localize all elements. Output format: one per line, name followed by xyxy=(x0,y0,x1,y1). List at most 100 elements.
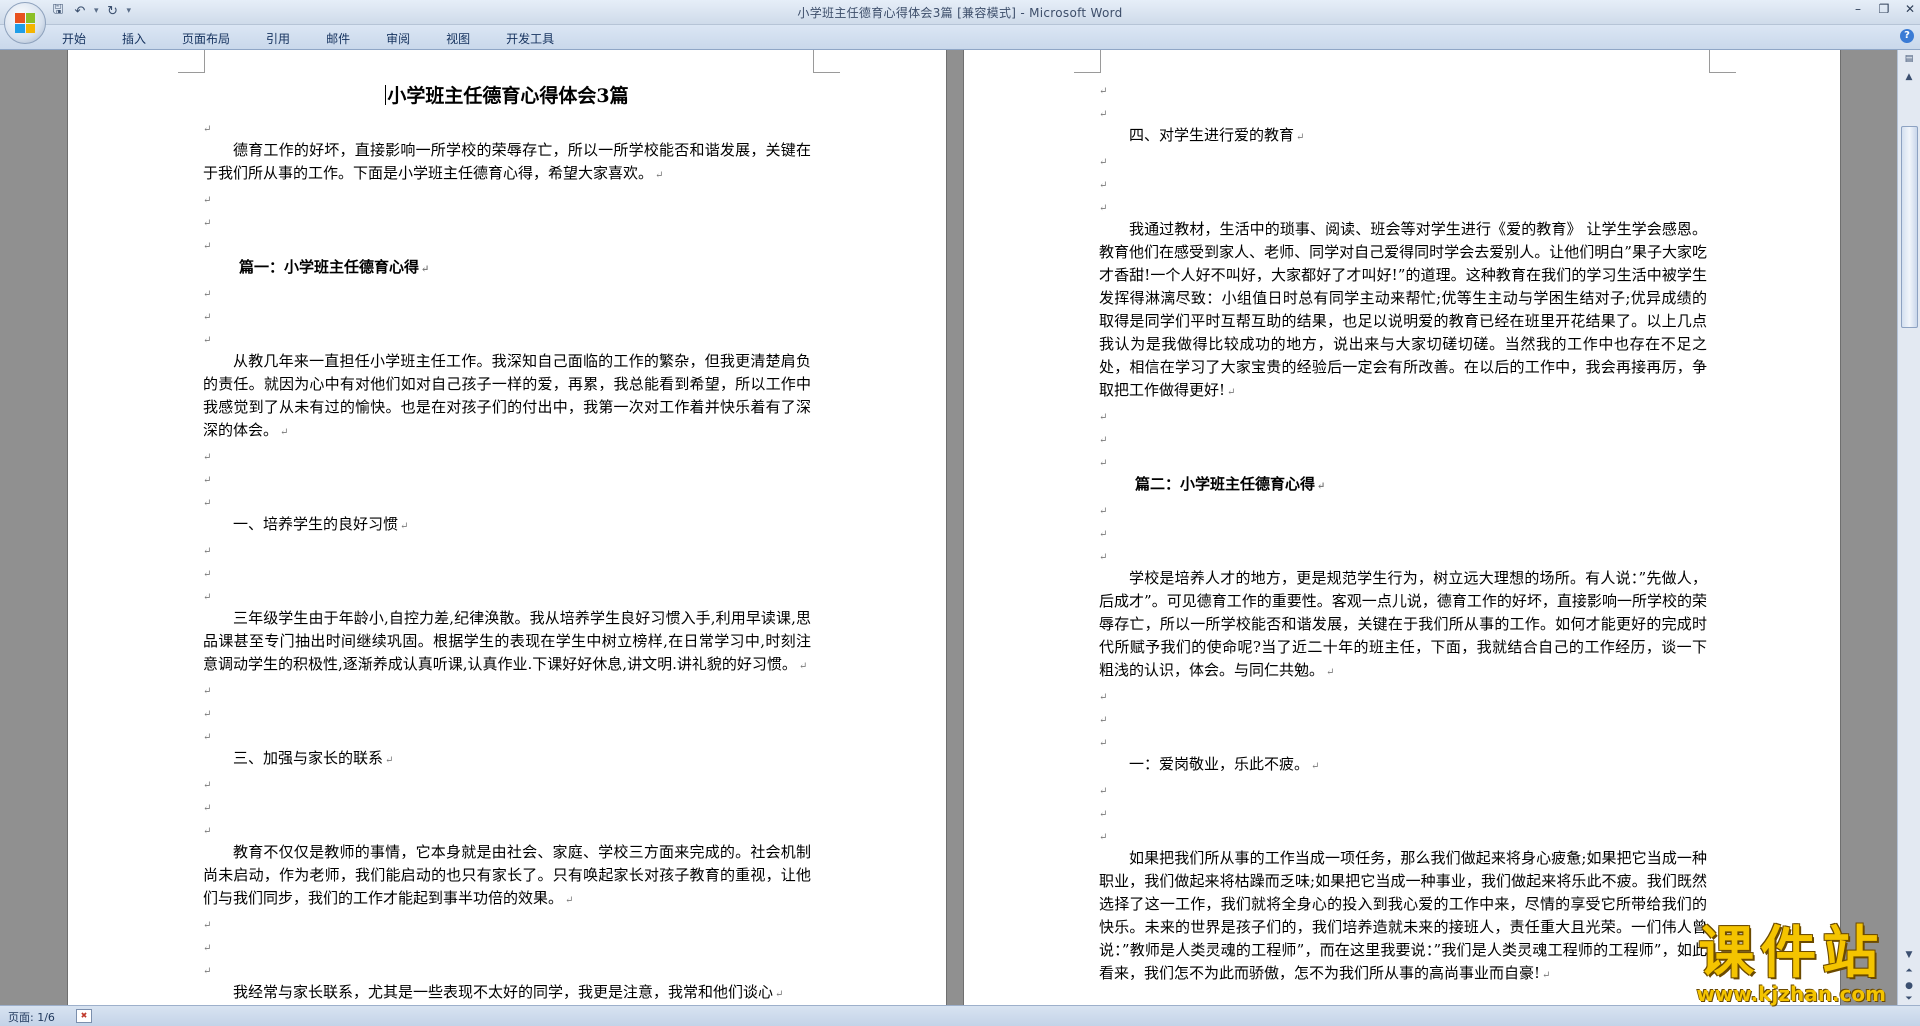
paragraph-mark-icon: ↵ xyxy=(1099,529,1108,540)
empty-paragraph: ↵ xyxy=(1099,404,1707,427)
tab-4[interactable]: 邮件 xyxy=(312,30,364,47)
empty-paragraph: ↵ xyxy=(1099,730,1707,753)
paragraph-mark-icon: ↵ xyxy=(203,686,212,697)
paragraph-mark-icon: ↵ xyxy=(203,452,212,463)
empty-paragraph: ↵ xyxy=(1099,78,1707,101)
empty-paragraph: ↵ xyxy=(203,538,811,561)
paragraph-mark-icon: ↵ xyxy=(203,709,212,720)
window-title: 小学班主任德育心得体会3篇 [兼容模式] - Microsoft Word xyxy=(797,6,1123,20)
close-icon[interactable]: ✕ xyxy=(1904,2,1916,16)
paragraph-mark-icon: ↵ xyxy=(203,289,212,300)
paragraph-text: 我通过教材，生活中的琐事、阅读、班会等对学生进行《爱的教育》 让学生学会感恩。教… xyxy=(1099,220,1707,399)
vertical-scrollbar[interactable]: ▤ ▲ ▼ ⏶ ● ⏷ xyxy=(1897,50,1920,1005)
paragraph-mark-icon: ↵ xyxy=(385,755,394,766)
tab-6[interactable]: 视图 xyxy=(432,30,484,47)
paragraph-mark-icon: ↵ xyxy=(1099,458,1108,469)
paragraph-text: 篇二：小学班主任德育心得 xyxy=(1135,475,1316,493)
tab-0[interactable]: 开始 xyxy=(58,30,100,47)
paragraph-text: 教育不仅仅是教师的事情，它本身就是由社会、家庭、学校三方面来完成的。社会机制尚未… xyxy=(203,843,811,907)
paragraph-text: 如果把我们所从事的工作当成一项任务，那么我们做起来将身心疲惫;如果把它当成一种职… xyxy=(1099,849,1707,982)
paragraph-mark-icon: ↵ xyxy=(775,989,784,1000)
status-page-number[interactable]: 页面: 1/6 xyxy=(8,1009,55,1025)
page-right[interactable]: ↵ ↵ 四、对学生进行爱的教育 ↵ ↵ ↵ ↵ 我通过教材，生活中的琐事、阅读、班会等对学生进… xyxy=(964,50,1840,1005)
margin-marker xyxy=(1709,50,1736,73)
paragraph-mark-icon: ↵ xyxy=(1296,132,1305,143)
watermark: 课件站 www.kjzhan.com xyxy=(1696,921,1886,1006)
minimize-icon[interactable]: – xyxy=(1852,2,1864,16)
paragraph-mark-icon: ↵ xyxy=(798,661,808,672)
document-title: 小学班主任德育心得体会3篇 xyxy=(203,84,811,108)
tab-3[interactable]: 引用 xyxy=(252,30,304,47)
page-left-content[interactable]: 小学班主任德育心得体会3篇 ↵ 德育工作的好坏，直接影响一所学校的荣辱存亡，所以一… xyxy=(203,78,811,1005)
ribbon-tabs: 开始 插入 页面布局 引用 邮件 审阅 视图 开发工具 xyxy=(58,30,576,47)
tab-1[interactable]: 插入 xyxy=(108,30,160,47)
tab-2[interactable]: 页面布局 xyxy=(168,30,244,47)
empty-paragraph: ↵ xyxy=(203,187,811,210)
empty-paragraph: ↵ xyxy=(1099,149,1707,172)
empty-paragraph: ↵ xyxy=(203,233,811,256)
empty-paragraph: ↵ xyxy=(1099,684,1707,707)
paragraph-mark-icon: ↵ xyxy=(1099,435,1108,446)
tab-5[interactable]: 审阅 xyxy=(372,30,424,47)
status-bar: 页面: 1/6 ✖ xyxy=(0,1005,1920,1026)
subsection-heading: 一、培养学生的良好习惯 ↵ xyxy=(203,513,811,538)
paragraph-mark-icon: ↵ xyxy=(203,498,212,509)
paragraph-text: 一：爱岗敬业，乐此不疲。 xyxy=(1129,755,1310,773)
subsection-heading: 三、加强与家长的联系 ↵ xyxy=(203,747,811,772)
scroll-up-icon[interactable]: ▲ xyxy=(1901,70,1917,85)
paragraph: 教育不仅仅是教师的事情，它本身就是由社会、家庭、学校三方面来完成的。社会机制尚未… xyxy=(203,841,811,912)
paragraph-mark-icon: ↵ xyxy=(421,264,430,275)
paragraph-text: 德育工作的好坏，直接影响一所学校的荣辱存亡，所以一所学校能否和谐发展，关键在于我… xyxy=(203,141,811,182)
empty-paragraph: ↵ xyxy=(1099,450,1707,473)
tab-7[interactable]: 开发工具 xyxy=(492,30,568,47)
paragraph-mark-icon: ↵ xyxy=(203,241,212,252)
paragraph-mark-icon: ↵ xyxy=(1099,692,1108,703)
paragraph-mark-icon: ↵ xyxy=(565,895,574,906)
paragraph-mark-icon: ↵ xyxy=(203,780,212,791)
title-bar: 🖫 ↶ ▾ ↻ ▾ 小学班主任德育心得体会3篇 [兼容模式] - Microso… xyxy=(0,0,1920,44)
paragraph-mark-icon: ↵ xyxy=(1099,786,1108,797)
paragraph-mark-icon: ↵ xyxy=(1099,738,1108,749)
scroll-down-icon[interactable]: ▼ xyxy=(1901,948,1917,963)
paragraph: 我经常与家长联系，尤其是一些表现不太好的同学，我更是注意，我常和他们谈心 ↵ xyxy=(203,981,811,1005)
section-heading: 篇一：小学班主任德育心得 ↵ xyxy=(203,256,811,281)
empty-paragraph: ↵ xyxy=(203,444,811,467)
paragraph-mark-icon: ↵ xyxy=(203,732,212,743)
empty-paragraph: ↵ xyxy=(1099,195,1707,218)
empty-paragraph: ↵ xyxy=(1099,801,1707,824)
paragraph-mark-icon: ↵ xyxy=(203,920,212,931)
ruler-toggle-icon[interactable]: ▤ xyxy=(1901,52,1917,67)
empty-paragraph: ↵ xyxy=(1099,778,1707,801)
ribbon-tab-bar: 开始 插入 页面布局 引用 邮件 审阅 视图 开发工具 ? xyxy=(0,25,1920,50)
office-button[interactable] xyxy=(4,2,46,44)
empty-paragraph: ↵ xyxy=(203,678,811,701)
paragraph-mark-icon: ↵ xyxy=(203,195,212,206)
empty-paragraph: ↵ xyxy=(203,116,811,139)
paragraph-mark-icon: ↵ xyxy=(400,521,409,532)
subsection-heading: 四、对学生进行爱的教育 ↵ xyxy=(1099,124,1707,149)
document-title-text: 小学班主任德育心得体会3篇 xyxy=(387,85,629,107)
proofing-status-icon[interactable]: ✖ xyxy=(76,1009,92,1023)
paragraph-text: 三年级学生由于年龄小,自控力差,纪律涣散。我从培养学生良好习惯入手,利用早读课,… xyxy=(203,609,811,673)
previous-page-icon[interactable]: ⏶ xyxy=(1901,964,1917,979)
page-left[interactable]: 小学班主任德育心得体会3篇 ↵ 德育工作的好坏，直接影响一所学校的荣辱存亡，所以一… xyxy=(68,50,946,1005)
paragraph-mark-icon: ↵ xyxy=(1099,809,1108,820)
paragraph-mark-icon: ↵ xyxy=(1311,761,1320,772)
empty-paragraph: ↵ xyxy=(1099,707,1707,730)
paragraph-mark-icon: ↵ xyxy=(1227,387,1236,398)
margin-marker xyxy=(813,50,840,73)
margin-marker xyxy=(178,50,205,73)
paragraph-mark-icon: ↵ xyxy=(203,312,212,323)
watermark-text: 课件站 xyxy=(1698,921,1885,986)
empty-paragraph: ↵ xyxy=(203,912,811,935)
empty-paragraph: ↵ xyxy=(203,467,811,490)
page-right-content[interactable]: ↵ ↵ 四、对学生进行爱的教育 ↵ ↵ ↵ ↵ 我通过教材，生活中的琐事、阅读、班会等对学生进… xyxy=(1099,78,1707,987)
paragraph: 三年级学生由于年龄小,自控力差,纪律涣散。我从培养学生良好习惯入手,利用早读课,… xyxy=(203,607,811,678)
window-controls: – ❐ ✕ xyxy=(1852,2,1916,16)
paragraph-text: 我经常与家长联系，尤其是一些表现不太好的同学，我更是注意，我常和他们谈心 xyxy=(233,983,774,1001)
restore-icon[interactable]: ❐ xyxy=(1878,2,1890,16)
empty-paragraph: ↵ xyxy=(203,935,811,958)
help-icon[interactable]: ? xyxy=(1900,29,1914,43)
scroll-thumb[interactable] xyxy=(1901,126,1918,328)
empty-paragraph: ↵ xyxy=(203,561,811,584)
